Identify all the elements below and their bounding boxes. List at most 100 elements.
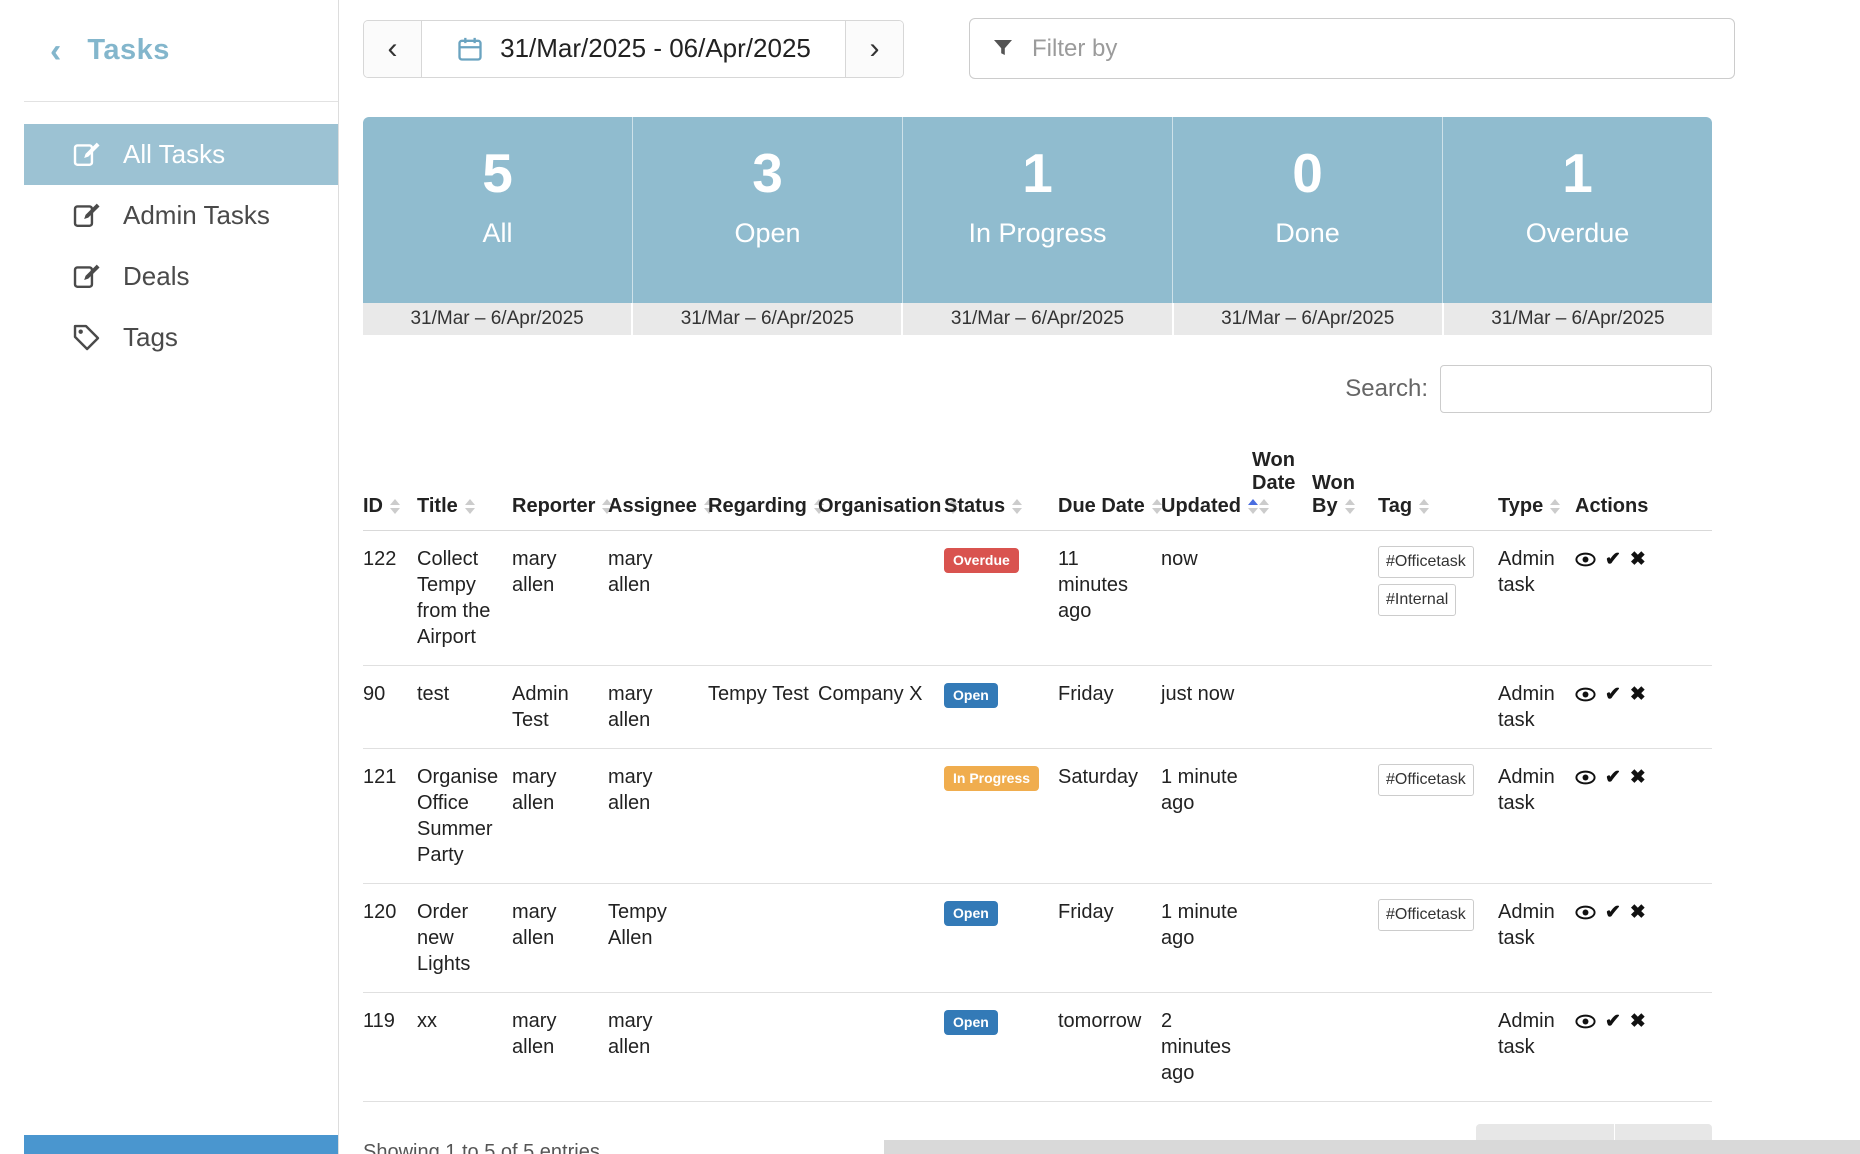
stat-date-range: 31/Mar – 6/Apr/2025 (901, 303, 1171, 335)
check-icon[interactable]: ✔ (1605, 768, 1621, 787)
x-icon[interactable]: ✖ (1630, 1012, 1646, 1031)
sidebar-item-label: Deals (123, 261, 189, 292)
cell-actions: ✔✖ (1575, 884, 1712, 993)
tag-chip: #Officetask (1378, 764, 1474, 796)
cell-won-by (1312, 884, 1378, 993)
cell-reporter: mary allen (512, 531, 608, 666)
stat-value: 3 (633, 143, 902, 204)
stat-value: 1 (903, 143, 1172, 204)
column-header-organisation[interactable]: Organisation (818, 439, 944, 531)
column-header-due-date[interactable]: Due Date (1058, 439, 1161, 531)
cell-organisation (818, 749, 944, 884)
cell-assignee: mary allen (608, 666, 708, 749)
page-title: Tasks (87, 34, 170, 67)
stat-date-range: 31/Mar – 6/Apr/2025 (1172, 303, 1442, 335)
prev-week-button[interactable]: ‹ (364, 21, 421, 77)
divider (24, 101, 338, 102)
cell-actions: ✔✖ (1575, 666, 1712, 749)
sort-icon (465, 499, 475, 514)
calendar-icon (456, 35, 484, 63)
sort-icon (1012, 499, 1022, 514)
stat-card-open[interactable]: 3 Open (632, 117, 902, 303)
cell-regarding (708, 749, 818, 884)
cell-actions: ✔✖ (1575, 993, 1712, 1102)
stat-card-all[interactable]: 5 All (363, 117, 632, 303)
column-header-actions: Actions (1575, 439, 1712, 531)
sidebar-item-all-tasks[interactable]: All Tasks (24, 124, 338, 185)
sidebar-item-deals[interactable]: Deals (24, 246, 338, 307)
cell-organisation (818, 993, 944, 1102)
table-body: 122Collect Tempy from the Airportmary al… (363, 531, 1712, 1102)
cell-type: Admin task (1498, 666, 1575, 749)
column-header-title[interactable]: Title (417, 439, 512, 531)
column-header-regarding[interactable]: Regarding (708, 439, 818, 531)
sort-icon (1259, 499, 1269, 514)
check-icon[interactable]: ✔ (1605, 903, 1621, 922)
column-header-updated[interactable]: Updated (1161, 439, 1252, 531)
x-icon[interactable]: ✖ (1630, 768, 1646, 787)
eye-icon[interactable] (1575, 899, 1596, 925)
toolbar: ‹ 31/Mar/2025 - 06/Apr/2025 › (363, 18, 1735, 79)
column-header-won-by[interactable]: Won By (1312, 439, 1378, 531)
cell-type: Admin task (1498, 749, 1575, 884)
stat-date-range: 31/Mar – 6/Apr/2025 (631, 303, 901, 335)
filter-box (969, 18, 1735, 79)
status-badge: In Progress (944, 766, 1039, 791)
cell-title: Order new Lights (417, 884, 512, 993)
search-row: Search: (363, 365, 1712, 413)
stat-card-done[interactable]: 0 Done (1172, 117, 1442, 303)
cell-due-date: 11 minutes ago (1058, 531, 1161, 666)
date-range-display[interactable]: 31/Mar/2025 - 06/Apr/2025 (421, 21, 846, 77)
column-header-won-date[interactable]: Won Date (1252, 439, 1312, 531)
cell-title: test (417, 666, 512, 749)
column-header-assignee[interactable]: Assignee (608, 439, 708, 531)
check-icon[interactable]: ✔ (1605, 1012, 1621, 1031)
x-icon[interactable]: ✖ (1630, 550, 1646, 569)
sidebar-item-label: Admin Tasks (123, 200, 270, 231)
eye-icon[interactable] (1575, 1008, 1596, 1034)
cell-assignee: mary allen (608, 993, 708, 1102)
cell-won-by (1312, 531, 1378, 666)
cell-assignee: mary allen (608, 749, 708, 884)
search-input[interactable] (1440, 365, 1712, 413)
column-header-status[interactable]: Status (944, 439, 1058, 531)
cell-status: Overdue (944, 531, 1058, 666)
sidebar-item-admin-tasks[interactable]: Admin Tasks (24, 185, 338, 246)
sidebar-bottom-bar (24, 1135, 338, 1154)
cell-status: In Progress (944, 749, 1058, 884)
eye-icon[interactable] (1575, 764, 1596, 790)
cell-won-date (1252, 531, 1312, 666)
next-week-button[interactable]: › (846, 21, 903, 77)
cell-tag (1378, 993, 1498, 1102)
stat-card-overdue[interactable]: 1 Overdue (1442, 117, 1712, 303)
cell-id: 121 (363, 749, 417, 884)
stat-value: 5 (363, 143, 632, 204)
column-header-id[interactable]: ID (363, 439, 417, 531)
cell-type: Admin task (1498, 531, 1575, 666)
bottom-scroll-bar[interactable] (884, 1140, 1860, 1154)
x-icon[interactable]: ✖ (1630, 903, 1646, 922)
column-header-type[interactable]: Type (1498, 439, 1575, 531)
cell-status: Open (944, 884, 1058, 993)
x-icon[interactable]: ✖ (1630, 685, 1646, 704)
stat-card-in-progress[interactable]: 1 In Progress (902, 117, 1172, 303)
check-icon[interactable]: ✔ (1605, 685, 1621, 704)
chevron-left-icon[interactable]: ‹ (50, 34, 61, 68)
check-icon[interactable]: ✔ (1605, 550, 1621, 569)
column-header-tag[interactable]: Tag (1378, 439, 1498, 531)
note-edit-icon (72, 262, 101, 291)
date-range-text: 31/Mar/2025 - 06/Apr/2025 (500, 33, 811, 64)
cell-won-by (1312, 666, 1378, 749)
sidebar-item-label: Tags (123, 322, 178, 353)
cell-due-date: Friday (1058, 884, 1161, 993)
cell-updated: just now (1161, 666, 1252, 749)
cell-organisation: Company X (818, 666, 944, 749)
sidebar-item-tags[interactable]: Tags (24, 307, 338, 368)
table-row: 90testAdmin Testmary allenTempy TestComp… (363, 666, 1712, 749)
column-header-reporter[interactable]: Reporter (512, 439, 608, 531)
eye-icon[interactable] (1575, 546, 1596, 572)
cell-regarding (708, 884, 818, 993)
eye-icon[interactable] (1575, 681, 1596, 707)
filter-input[interactable] (969, 18, 1735, 79)
sort-icon (1345, 499, 1355, 514)
